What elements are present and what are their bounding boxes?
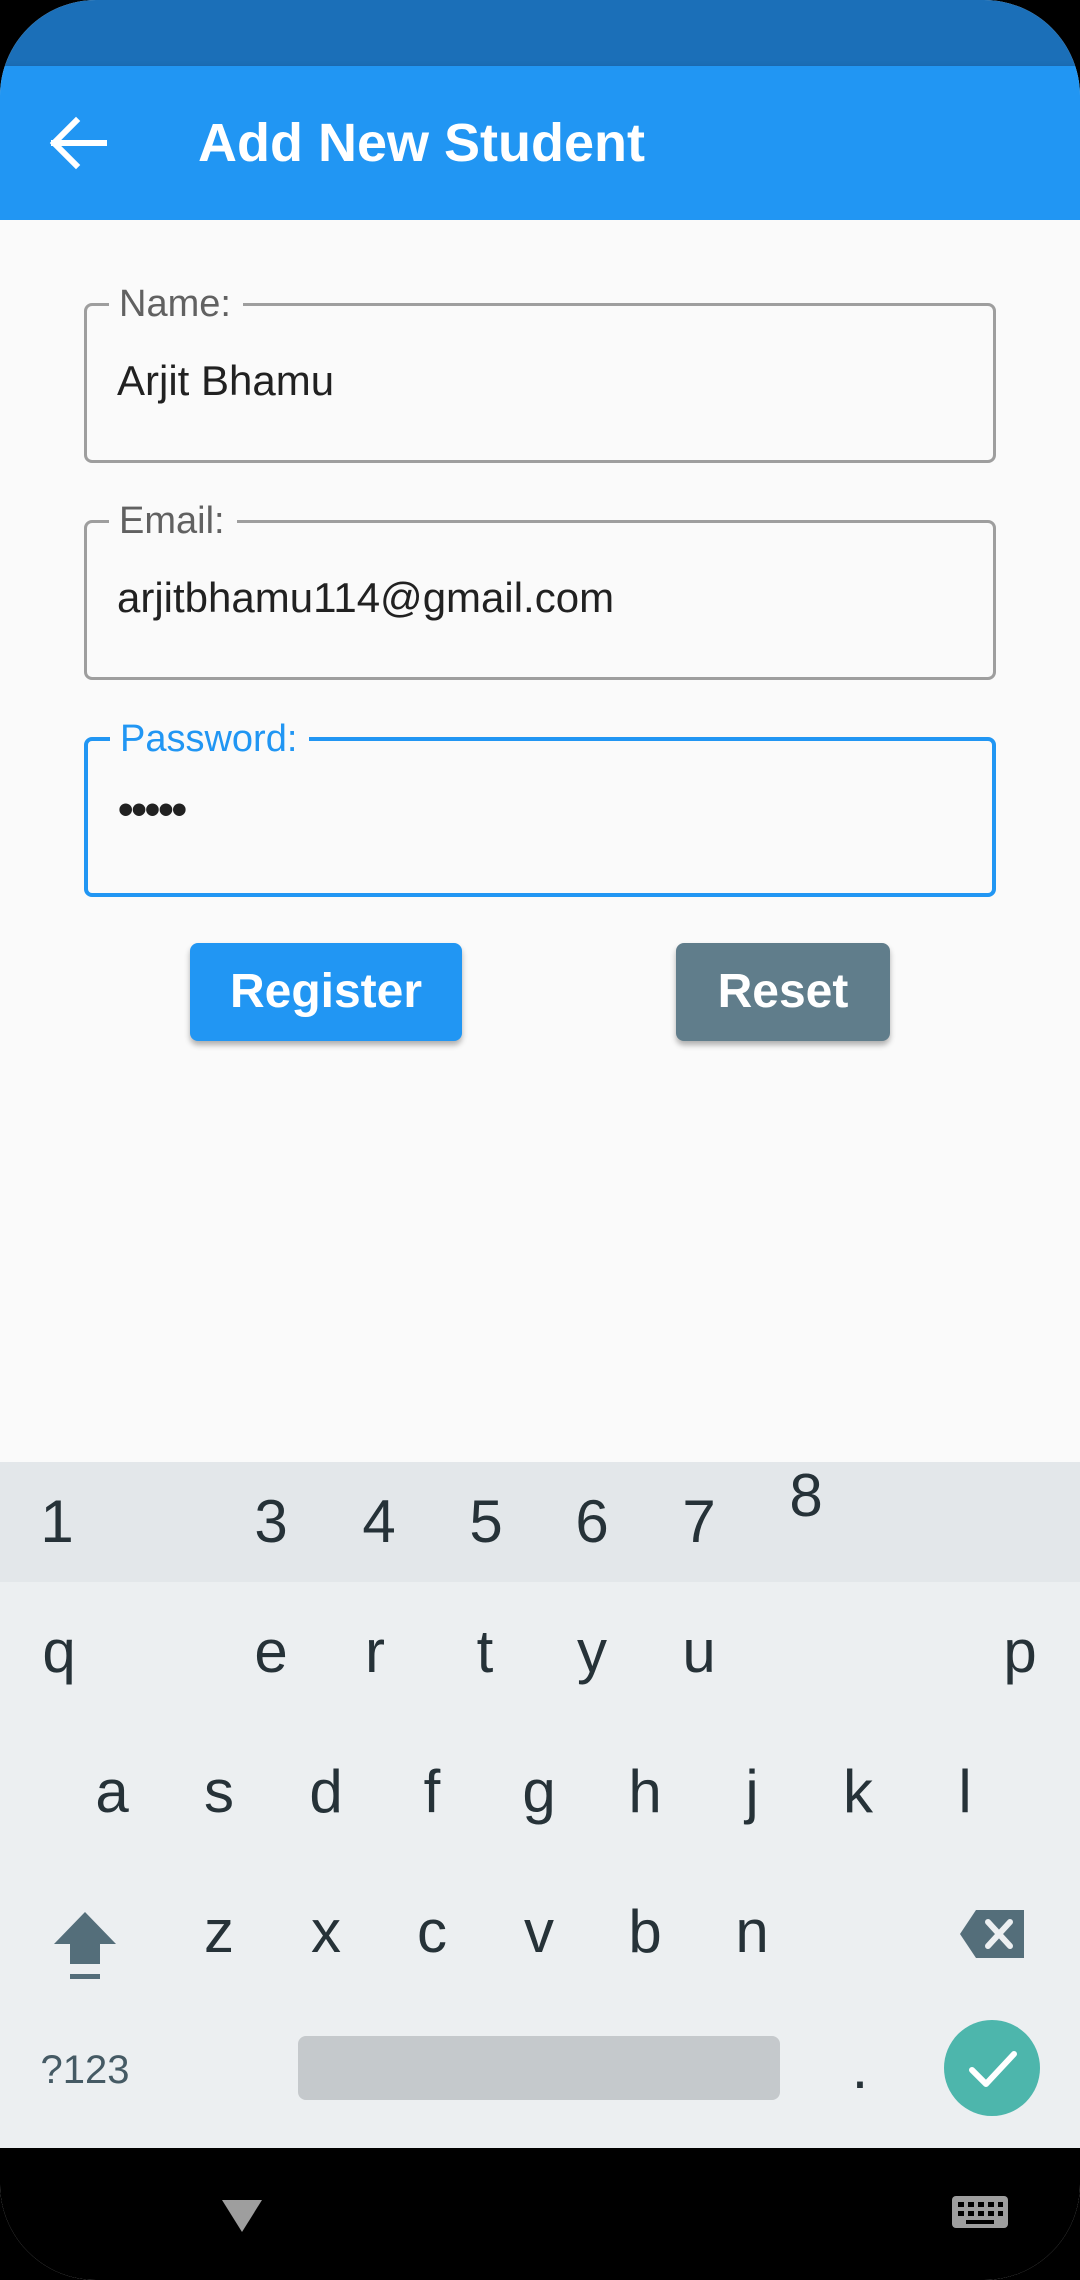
shift-arrow-icon xyxy=(54,1912,116,1979)
key-y[interactable]: y xyxy=(547,1612,637,1692)
key-c[interactable]: c xyxy=(387,1892,477,1972)
reset-button[interactable]: Reset xyxy=(676,943,890,1041)
key-j[interactable]: j xyxy=(707,1752,797,1832)
key-e[interactable]: e xyxy=(226,1612,316,1692)
name-field[interactable]: Name: Arjit Bhamu xyxy=(84,280,996,463)
register-button[interactable]: Register xyxy=(190,943,462,1041)
backspace-icon xyxy=(960,1910,1024,1958)
shift-key[interactable] xyxy=(50,1908,120,1984)
email-field-value: arjitbhamu114@gmail.com xyxy=(117,574,615,621)
key-4[interactable]: 4 xyxy=(334,1482,424,1562)
status-bar xyxy=(0,0,1080,66)
key-b[interactable]: b xyxy=(600,1892,690,1972)
hide-keyboard-button[interactable] xyxy=(950,2192,1010,2236)
key-p[interactable]: p xyxy=(975,1612,1065,1692)
form-area: Name: Arjit Bhamu Email: arjitbhamu114@g… xyxy=(0,220,1080,1462)
soft-keyboard: 1 3 4 5 6 7 8 q e r t y u p a s d f g h … xyxy=(0,1462,1080,2148)
key-a[interactable]: a xyxy=(67,1752,157,1832)
phone-screen: Add New Student Name: Arjit Bhamu Email:… xyxy=(0,0,1080,2280)
key-n[interactable]: n xyxy=(707,1892,797,1972)
key-g[interactable]: g xyxy=(494,1752,584,1832)
password-field[interactable]: Password: ••••• xyxy=(84,715,996,897)
email-field[interactable]: Email: arjitbhamu114@gmail.com xyxy=(84,497,996,680)
nav-back-button[interactable] xyxy=(218,2196,266,2236)
password-field-value: ••••• xyxy=(118,785,187,834)
key-q[interactable]: q xyxy=(14,1612,104,1692)
key-3[interactable]: 3 xyxy=(226,1482,316,1562)
key-5[interactable]: 5 xyxy=(441,1482,531,1562)
key-f[interactable]: f xyxy=(387,1752,477,1832)
arrow-left-icon xyxy=(49,116,107,170)
key-t[interactable]: t xyxy=(440,1612,530,1692)
key-1[interactable]: 1 xyxy=(12,1482,102,1562)
space-bar[interactable] xyxy=(298,2036,780,2100)
name-field-label: Name: xyxy=(109,280,243,328)
checkmark-icon xyxy=(969,2051,1017,2087)
key-d[interactable]: d xyxy=(281,1752,371,1832)
period-key[interactable]: . xyxy=(815,2028,905,2108)
password-field-label: Password: xyxy=(110,715,310,763)
email-field-label: Email: xyxy=(109,497,237,545)
key-h[interactable]: h xyxy=(600,1752,690,1832)
key-s[interactable]: s xyxy=(174,1752,264,1832)
app-bar: Add New Student xyxy=(0,66,1080,220)
system-nav-bar xyxy=(0,2148,1080,2280)
triangle-down-icon xyxy=(222,2200,262,2232)
symbols-key[interactable]: ?123 xyxy=(20,2030,150,2110)
key-8[interactable]: 8 xyxy=(761,1456,851,1536)
key-7[interactable]: 7 xyxy=(654,1482,744,1562)
enter-key[interactable] xyxy=(944,2020,1040,2116)
name-field-value: Arjit Bhamu xyxy=(117,357,335,404)
key-x[interactable]: x xyxy=(281,1892,371,1972)
key-r[interactable]: r xyxy=(330,1612,420,1692)
keyboard-number-row: 1 3 4 5 6 7 8 xyxy=(0,1462,1080,1582)
key-v[interactable]: v xyxy=(494,1892,584,1972)
key-6[interactable]: 6 xyxy=(547,1482,637,1562)
key-l[interactable]: l xyxy=(920,1752,1010,1832)
key-u[interactable]: u xyxy=(654,1612,744,1692)
keyboard-icon xyxy=(952,2196,1008,2228)
page-title: Add New Student xyxy=(198,113,645,173)
back-button[interactable] xyxy=(40,104,118,182)
backspace-key[interactable] xyxy=(958,1908,1028,1960)
key-z[interactable]: z xyxy=(174,1892,264,1972)
key-k[interactable]: k xyxy=(813,1752,903,1832)
